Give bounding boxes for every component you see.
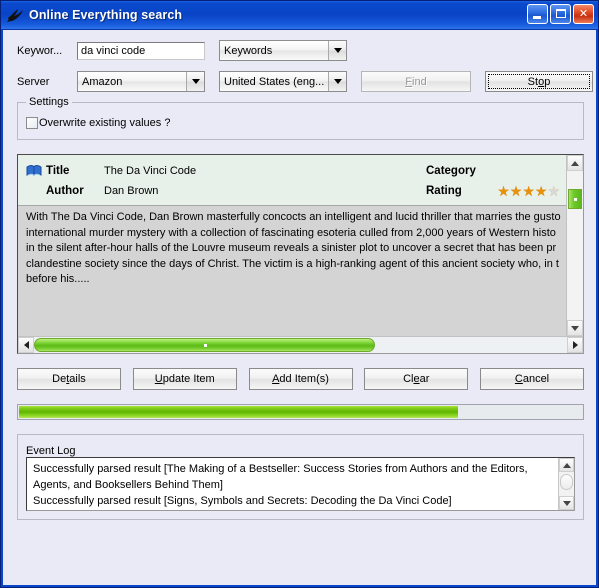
rating-label: Rating — [426, 185, 462, 197]
settings-group-title: Settings — [26, 96, 72, 108]
description-line: With The Da Vinci Code, Dan Brown master… — [26, 211, 561, 223]
application-window: Online Everything search ✕ Keywor... Key… — [0, 0, 599, 588]
results-vertical-scrollbar[interactable] — [566, 155, 583, 336]
overwrite-checkbox-row[interactable]: Overwrite existing values ? — [26, 117, 575, 129]
result-description[interactable]: With The Da Vinci Code, Dan Brown master… — [18, 205, 566, 336]
scroll-left-button[interactable] — [18, 337, 34, 353]
vertical-scroll-track[interactable] — [567, 171, 583, 320]
star-empty-icon[interactable]: ★ — [547, 184, 560, 198]
maximize-button[interactable] — [550, 4, 571, 24]
rating-stars[interactable]: ★ ★ ★ ★ ★ — [497, 184, 566, 198]
event-log-text: Successfully parsed result [The Making o… — [27, 458, 558, 510]
server-combo[interactable]: Amazon — [77, 71, 205, 92]
locale-value: United States (eng... — [220, 72, 328, 91]
minimize-button[interactable] — [527, 4, 548, 24]
event-log-group: Event Log Successfully parsed result [Th… — [17, 434, 584, 520]
window-title: Online Everything search — [29, 8, 183, 22]
event-log-line: Successfully parsed result [The Making o… — [33, 463, 528, 475]
rating-cell: Rating ★ ★ ★ ★ ★ — [426, 184, 566, 198]
book-icon — [26, 164, 42, 178]
progress-bar-fill — [19, 406, 459, 418]
keyword-label: Keywor... — [17, 44, 63, 57]
search-type-value: Keywords — [220, 41, 328, 60]
scroll-right-button[interactable] — [567, 337, 583, 353]
overwrite-checkbox[interactable] — [26, 117, 38, 129]
results-horizontal-scrollbar[interactable] — [18, 336, 583, 353]
star-filled-icon[interactable]: ★ — [535, 184, 548, 198]
description-line: clandestine society since the days of Ch… — [26, 257, 559, 270]
stop-mnemonic: o — [538, 75, 545, 88]
close-button[interactable]: ✕ — [573, 4, 594, 24]
horizontal-scroll-track[interactable] — [34, 337, 567, 353]
window-controls: ✕ — [527, 4, 594, 24]
keyword-input[interactable] — [77, 41, 205, 60]
author-label-cell: Author — [26, 185, 104, 197]
add-item-s-button[interactable]: Add Item(s) — [248, 368, 353, 390]
chevron-down-icon[interactable] — [186, 72, 204, 91]
event-log-line: Agents, and Booksellers Behind Them] — [33, 479, 223, 491]
update-item-button[interactable]: Update Item — [132, 368, 237, 390]
title-label: Title — [46, 165, 70, 177]
description-line: international murder mystery with a coll… — [26, 226, 556, 239]
server-value: Amazon — [78, 72, 186, 91]
log-scroll-thumb[interactable] — [560, 474, 573, 490]
scroll-up-button[interactable] — [567, 155, 583, 171]
horizontal-scroll-thumb[interactable] — [34, 338, 376, 352]
stop-label-pre: St — [527, 75, 539, 88]
category-label: Category — [426, 165, 476, 177]
chevron-down-icon[interactable] — [328, 72, 346, 91]
results-body: Title The Da Vinci Code Category Author … — [18, 155, 583, 336]
vertical-scroll-thumb[interactable] — [568, 189, 582, 209]
event-log-box[interactable]: Successfully parsed result [The Making o… — [26, 457, 575, 511]
find-label-rest: ind — [412, 75, 427, 88]
settings-group: Settings Overwrite existing values ? — [17, 96, 584, 140]
search-type-combo[interactable]: Keywords — [219, 40, 347, 61]
result-header: Title The Da Vinci Code Category Author … — [18, 155, 566, 203]
find-button[interactable]: Find — [361, 71, 471, 92]
results-content: Title The Da Vinci Code Category Author … — [18, 155, 566, 336]
author-value: Dan Brown — [104, 185, 159, 197]
action-button-row: Details Update Item Add Item(s) Clear Cancel — [17, 368, 584, 390]
event-log-line: Successfully parsed result [Signs, Symbo… — [33, 495, 452, 507]
server-row: Server Amazon United States (eng... Find… — [17, 71, 593, 92]
overwrite-label: Overwrite existing values ? — [39, 117, 171, 129]
result-author-row[interactable]: Author Dan Brown Rating ★ ★ ★ ★ ★ — [18, 181, 566, 201]
author-label: Author — [46, 185, 84, 197]
description-line: in the silent after-hour halls of the Lo… — [26, 242, 557, 254]
description-line: before his..... — [26, 273, 90, 285]
result-title-row[interactable]: Title The Da Vinci Code Category — [18, 161, 566, 181]
clear-button[interactable]: Clear — [364, 368, 469, 390]
star-filled-icon[interactable]: ★ — [510, 184, 523, 198]
title-label-cell: Title — [26, 164, 104, 178]
keyword-row: Keywor... Keywords — [17, 40, 584, 61]
star-filled-icon[interactable]: ★ — [522, 184, 535, 198]
server-label: Server — [17, 75, 50, 88]
search-form: Keywor... Keywords Server Amazon United … — [3, 30, 596, 92]
cancel-button[interactable]: Cancel — [480, 368, 584, 390]
log-scroll-up-button[interactable] — [559, 458, 574, 472]
scroll-down-button[interactable] — [567, 320, 583, 336]
stop-label-post: p — [544, 75, 551, 88]
log-scroll-down-button[interactable] — [559, 496, 574, 510]
details-button[interactable]: Details — [17, 368, 121, 390]
stop-button[interactable]: Stop — [485, 71, 593, 92]
event-log-group-title: Event Log — [26, 445, 76, 457]
chevron-down-icon[interactable] — [328, 41, 346, 60]
bird-icon — [5, 5, 27, 25]
title-value: The Da Vinci Code — [104, 165, 197, 177]
progress-bar — [17, 404, 584, 420]
locale-combo[interactable]: United States (eng... — [219, 71, 347, 92]
client-area: Keywor... Keywords Server Amazon United … — [3, 30, 596, 585]
find-mnemonic: F — [405, 75, 413, 88]
results-panel: Title The Da Vinci Code Category Author … — [17, 154, 584, 354]
title-bar: Online Everything search ✕ — [1, 1, 598, 30]
event-log-scrollbar[interactable] — [558, 458, 574, 510]
star-filled-icon[interactable]: ★ — [497, 184, 510, 198]
